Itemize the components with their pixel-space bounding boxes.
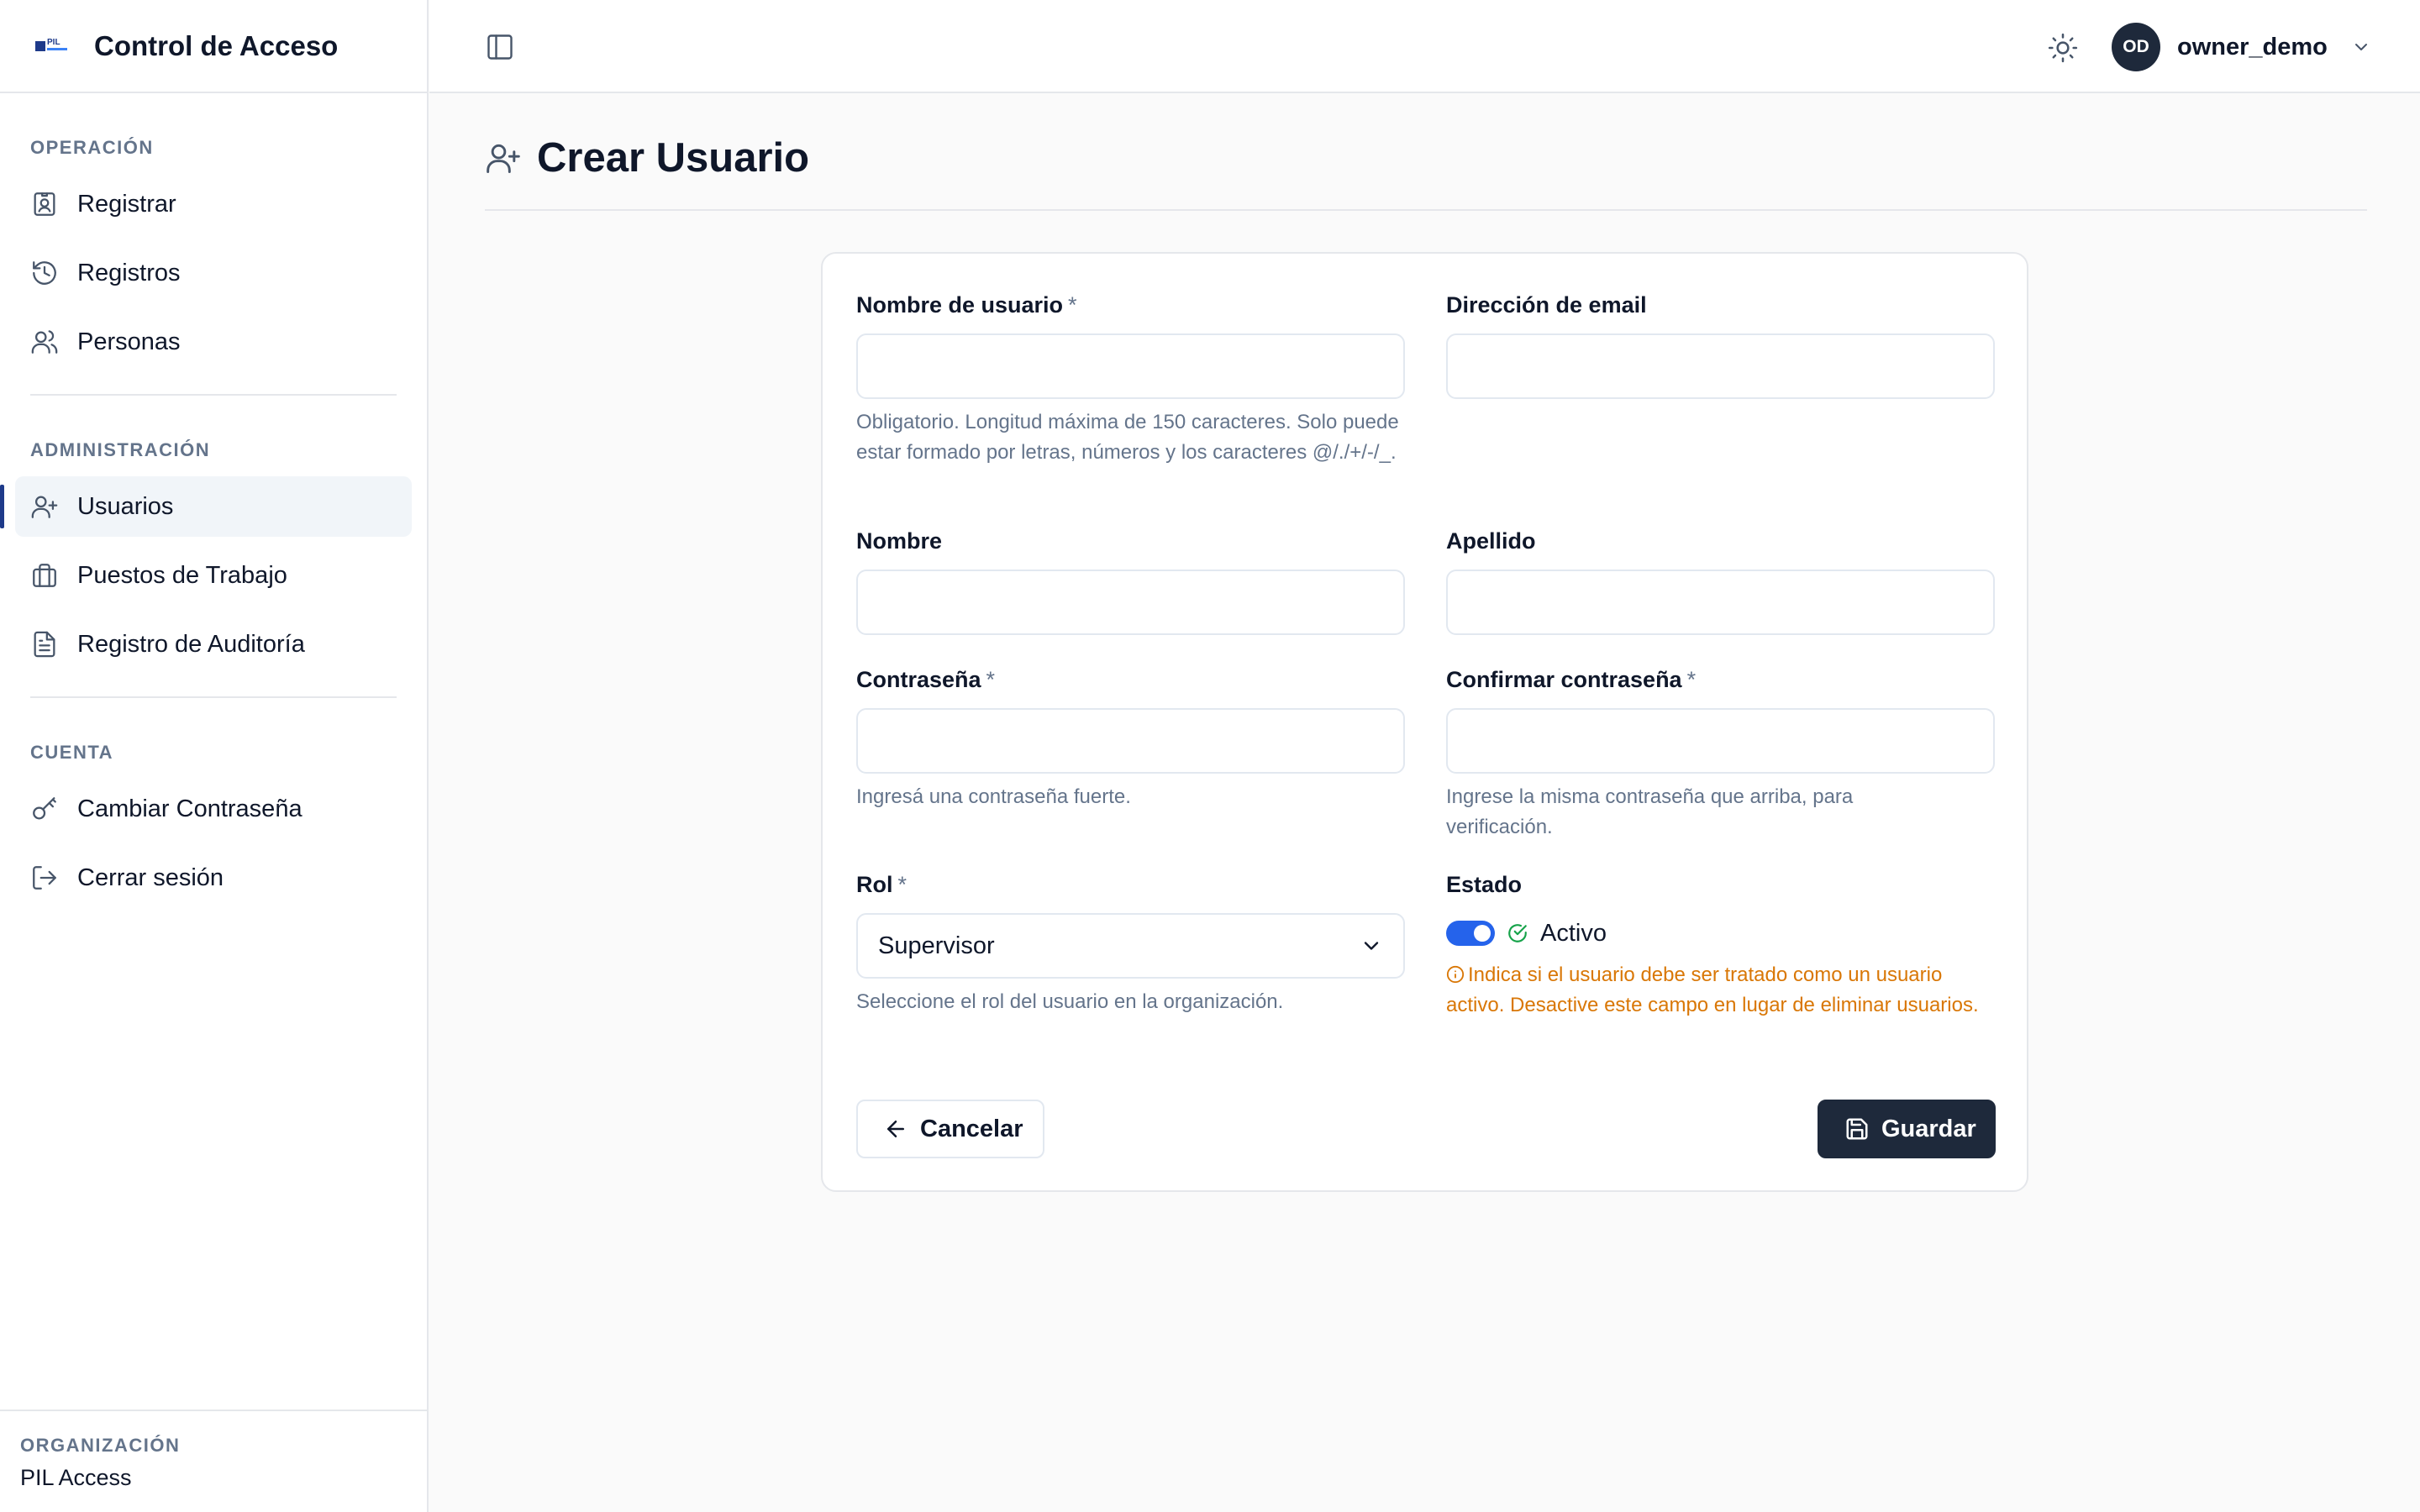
status-label: Estado	[1446, 872, 1523, 897]
briefcase-icon	[33, 564, 56, 587]
user-plus-icon	[31, 496, 58, 518]
sidebar-item-label: Cambiar Contraseña	[77, 795, 302, 822]
sidebar-item-registrar[interactable]: Registrar	[15, 174, 412, 234]
sidebar-item-label: Puestos de Trabajo	[77, 561, 287, 589]
sidebar-item-puestos[interactable]: Puestos de Trabajo	[15, 545, 412, 606]
sidebar-item-cambiar-contrasena[interactable]: Cambiar Contraseña	[15, 779, 412, 839]
role-select[interactable]: Supervisor	[856, 913, 1405, 979]
sidebar-item-label: Registros	[77, 259, 181, 286]
sidebar-item-label: Registro de Auditoría	[77, 630, 305, 658]
sidebar-item-label: Cerrar sesión	[77, 864, 224, 891]
user-plus-icon	[487, 144, 520, 173]
first-name-input[interactable]	[856, 570, 1405, 635]
page-title: Crear Usuario	[537, 135, 810, 181]
user-menu[interactable]: OD owner_demo	[2112, 23, 2371, 71]
password-help: Ingresá una contraseña fuerte.	[856, 785, 1131, 808]
role-label: Rol *	[856, 872, 908, 897]
users-icon	[31, 330, 58, 354]
first-name-field-group: Nombre	[856, 528, 1405, 635]
check-circle-icon	[1508, 924, 1527, 942]
status-toggle-row: Activo	[1446, 920, 2001, 947]
cancel-button[interactable]: Cancelar	[856, 1100, 1044, 1158]
role-help: Seleccione el rol del usuario en la orga…	[856, 990, 1284, 1013]
password-confirm-field-group: Confirmar contraseña * Ingrese la misma c…	[1446, 666, 1995, 843]
sidebar: PIL Control de Acceso OPERACIÓN Registra…	[0, 0, 429, 1512]
sidebar-nav: OPERACIÓN Registrar Registros Personas A…	[0, 93, 427, 908]
topbar: OD owner_demo	[429, 0, 2420, 93]
chevron-down-icon	[1364, 942, 1379, 950]
logo-icon: PIL	[35, 36, 69, 56]
username-field-group: Nombre de usuario * Obligatorio. Longitud…	[856, 291, 1411, 468]
sun-icon[interactable]	[2047, 32, 2079, 64]
avatar: OD	[2112, 23, 2160, 71]
sidebar-item-cerrar-sesion[interactable]: Cerrar sesión	[15, 848, 412, 908]
history-icon	[33, 261, 56, 285]
last-name-label: Apellido	[1446, 528, 1536, 554]
role-field-group: Rol * Supervisor Seleccione el rol del us…	[856, 871, 1411, 1017]
password-confirm-help: Ingrese la misma contraseña que arriba, …	[1446, 785, 1854, 838]
app-title: Control de Acceso	[94, 29, 339, 61]
status-help: Indica si el usuario debe ser tratado co…	[1446, 963, 1979, 1016]
status-value: Activo	[1540, 919, 1607, 947]
username-input[interactable]	[856, 333, 1405, 399]
logout-icon	[33, 866, 56, 890]
active-toggle[interactable]	[1446, 921, 1495, 946]
last-name-input[interactable]	[1446, 570, 1995, 635]
email-input[interactable]	[1446, 333, 1995, 399]
password-input[interactable]	[856, 708, 1405, 774]
username-help: Obligatorio. Longitud máxima de 150 cara…	[856, 411, 1399, 464]
org-label: ORGANIZACIÓN	[20, 1435, 181, 1456]
save-button[interactable]: Guardar	[1818, 1100, 1996, 1158]
username: owner_demo	[2177, 33, 2328, 60]
sidebar-item-label: Personas	[77, 328, 181, 355]
sidebar-item-registros[interactable]: Registros	[15, 243, 412, 303]
password-field-group: Contraseña * Ingresá una contraseña fuert…	[856, 666, 1411, 812]
username-label: Nombre de usuario *	[856, 292, 1077, 318]
chevron-down-icon	[2354, 44, 2367, 50]
section-label-operacion: OPERACIÓN	[30, 137, 154, 158]
email-label: Dirección de email	[1446, 292, 1647, 318]
last-name-field-group: Apellido	[1446, 528, 1995, 635]
page-header: Crear Usuario	[485, 130, 2367, 211]
section-label-cuenta: CUENTA	[30, 742, 114, 763]
info-icon	[1446, 965, 1465, 984]
role-selected-value: Supervisor	[878, 932, 995, 959]
sidebar-item-auditoria[interactable]: Registro de Auditoría	[15, 614, 412, 675]
app-root: PIL Control de Acceso OPERACIÓN Registra…	[0, 0, 2420, 1512]
sidebar-item-usuarios[interactable]: Usuarios	[0, 476, 412, 537]
key-icon	[33, 797, 56, 820]
file-text-icon	[34, 631, 55, 658]
org-name: PIL Access	[20, 1465, 132, 1490]
arrow-left-icon	[887, 1121, 904, 1137]
first-name-label: Nombre	[856, 528, 943, 554]
sidebar-item-label: Registrar	[77, 190, 176, 218]
email-field-group: Dirección de email	[1446, 291, 1995, 399]
brand: PIL Control de Acceso	[0, 0, 427, 93]
create-user-form: Nombre de usuario * Obligatorio. Longitud…	[821, 252, 2028, 1192]
sidebar-toggle-icon[interactable]	[485, 32, 515, 62]
password-confirm-label: Confirmar contraseña *	[1446, 667, 1697, 692]
password-label: Contraseña *	[856, 667, 996, 692]
badge-icon	[34, 192, 55, 216]
sidebar-item-label: Usuarios	[77, 492, 174, 520]
organization-info: ORGANIZACIÓN PIL Access	[0, 1410, 427, 1512]
status-field-group: Estado Activo Indica si el usuario debe …	[1446, 871, 2001, 1021]
sidebar-item-personas[interactable]: Personas	[15, 312, 412, 372]
password-confirm-input[interactable]	[1446, 708, 1995, 774]
section-label-administracion: ADMINISTRACIÓN	[30, 439, 211, 460]
save-icon	[1846, 1118, 1868, 1140]
